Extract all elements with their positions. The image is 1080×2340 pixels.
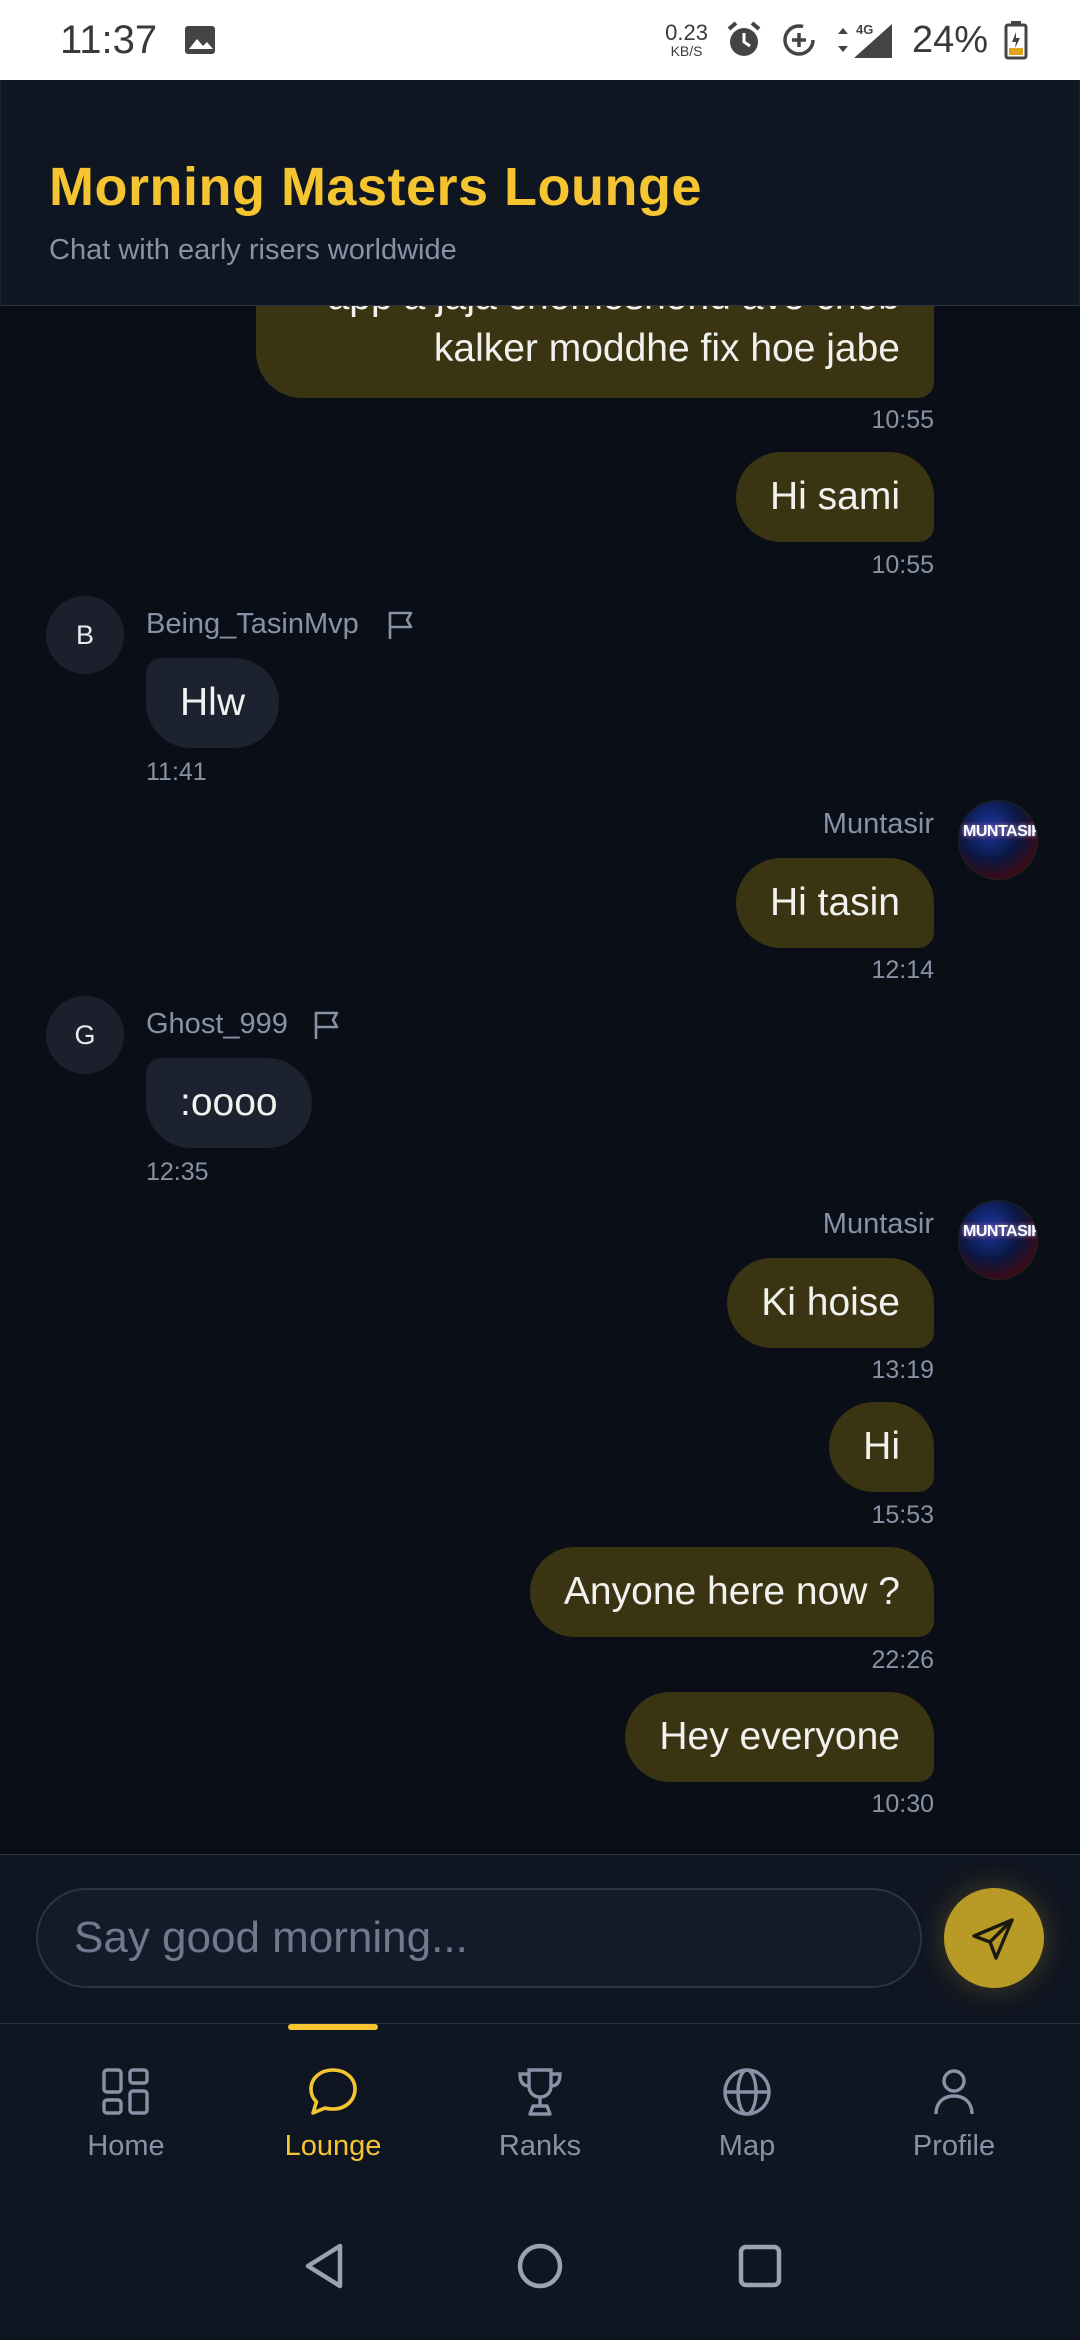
message-text: Hi tasin xyxy=(769,880,900,924)
bottom-navigation: Home Lounge Ranks Map Profile xyxy=(0,2024,1080,2200)
message-bubble-other[interactable]: Hlw xyxy=(146,658,279,748)
nav-label: Map xyxy=(718,2130,776,2162)
message-bubble-own[interactable]: Hi xyxy=(829,1402,934,1492)
message-text: Ki hoise xyxy=(761,1280,900,1324)
message-bubble-own[interactable]: app a jaja chomoshond ave chob kalker mo… xyxy=(256,306,934,398)
message-bubble-own[interactable]: Hi sami xyxy=(735,452,934,542)
lounge-header: Morning Masters Lounge Chat with early r… xyxy=(0,80,1080,306)
status-bar: 11:37 0.23 KB/S 4G 24% xyxy=(0,0,1080,80)
data-saver-icon xyxy=(783,24,815,56)
message-bubble-other[interactable]: :oooo xyxy=(146,1058,312,1148)
avatar[interactable]: MUNTASIR xyxy=(958,800,1038,880)
nav-label: Lounge xyxy=(284,2130,382,2162)
message-text: app a jaja chomoshond ave chob xyxy=(328,306,900,323)
report-flag-icon[interactable] xyxy=(384,608,418,642)
nav-ranks[interactable]: Ranks xyxy=(450,2064,630,2184)
message-timestamp: 10:30 xyxy=(871,1790,934,1818)
message-bubble-own[interactable]: Anyone here now ? xyxy=(529,1547,934,1637)
send-icon xyxy=(972,1918,1014,1960)
battery-percent: 24% xyxy=(911,18,988,61)
message-timestamp: 10:55 xyxy=(871,406,934,434)
active-tab-indicator xyxy=(288,2024,378,2030)
svg-text:4G: 4G xyxy=(856,22,873,37)
message-sender: Ghost_999 xyxy=(146,1008,288,1040)
message-bubble-own[interactable]: Hi tasin xyxy=(735,858,934,948)
nav-lounge[interactable]: Lounge xyxy=(243,2064,423,2184)
avatar[interactable]: G xyxy=(46,996,124,1074)
nav-map[interactable]: Map xyxy=(657,2064,837,2184)
message-text: Hi xyxy=(863,1424,900,1468)
message-text: Hey everyone xyxy=(659,1714,900,1758)
message-bubble-own[interactable]: Hey everyone xyxy=(625,1692,934,1782)
avatar[interactable]: MUNTASIR xyxy=(958,1200,1038,1280)
message-sender: Being_TasinMvp xyxy=(146,608,359,640)
message-text: Hlw xyxy=(180,680,245,724)
home-circle-icon[interactable] xyxy=(514,2240,566,2292)
status-time: 11:37 xyxy=(60,17,158,62)
battery-icon xyxy=(1004,21,1028,60)
page-title: Morning Masters Lounge xyxy=(49,157,703,217)
send-button[interactable] xyxy=(944,1888,1044,1988)
back-icon[interactable] xyxy=(298,2240,350,2292)
avatar[interactable]: B xyxy=(46,596,124,674)
nav-home[interactable]: Home xyxy=(36,2064,216,2184)
message-timestamp: 15:53 xyxy=(871,1501,934,1529)
message-timestamp: 22:26 xyxy=(871,1646,934,1674)
user-icon xyxy=(934,2069,974,2115)
nav-profile[interactable]: Profile xyxy=(864,2064,1044,2184)
page-subtitle: Chat with early risers worldwide xyxy=(49,234,457,266)
chat-message-list[interactable]: app a jaja chomoshond ave chob kalker mo… xyxy=(0,306,1080,1854)
nav-label: Ranks xyxy=(498,2130,582,2162)
message-text: :oooo xyxy=(180,1080,278,1124)
trophy-icon xyxy=(518,2068,562,2116)
message-sender: Muntasir xyxy=(822,808,934,840)
nav-label: Profile xyxy=(912,2130,996,2162)
message-input[interactable]: Say good morning... xyxy=(36,1888,922,1988)
message-timestamp: 13:19 xyxy=(871,1356,934,1384)
message-timestamp: 11:41 xyxy=(146,758,207,786)
network-speed: 0.23 KB/S xyxy=(665,20,708,59)
grid-icon xyxy=(102,2068,149,2115)
nav-label: Home xyxy=(87,2130,165,2162)
recents-icon[interactable] xyxy=(734,2240,786,2292)
message-sender: Muntasir xyxy=(822,1208,934,1240)
alarm-icon xyxy=(727,21,761,56)
message-text: Anyone here now ? xyxy=(563,1569,900,1613)
signal-icon: 4G xyxy=(837,22,892,58)
image-notification-icon xyxy=(185,26,216,54)
message-text: Hi sami xyxy=(769,474,900,518)
message-composer: Say good morning... xyxy=(0,1854,1080,2024)
message-text: kalker moddhe fix hoe jabe xyxy=(433,327,900,371)
message-timestamp: 12:14 xyxy=(871,956,934,984)
message-bubble-own[interactable]: Ki hoise xyxy=(727,1258,934,1348)
message-timestamp: 12:35 xyxy=(146,1158,209,1186)
message-timestamp: 10:55 xyxy=(871,551,934,579)
report-flag-icon[interactable] xyxy=(310,1008,344,1042)
globe-icon xyxy=(723,2068,771,2116)
chat-bubble-icon xyxy=(309,2068,357,2115)
system-navigation-bar xyxy=(0,2200,1080,2340)
